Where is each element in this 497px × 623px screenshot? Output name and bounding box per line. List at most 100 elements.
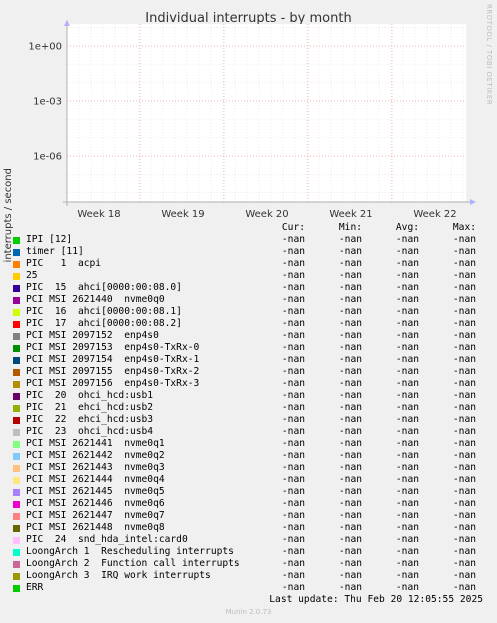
legend-max-value: -nan [452, 378, 476, 389]
legend-swatch [13, 380, 20, 388]
legend-swatch [13, 500, 20, 508]
legend-row: PCI MSI 2621442 nvme0q2 -nan -nan -nan -nan [0, 450, 497, 462]
legend-avg-value: -nan [395, 366, 419, 377]
legend-cur-value: -nan [281, 246, 305, 257]
legend-max-value: -nan [452, 246, 476, 257]
legend-swatch [13, 572, 20, 580]
legend-series-name: LoongArch 3 IRQ work interrupts [26, 570, 211, 581]
legend-row: PIC 17 ahci[0000:00:08.2] -nan -nan -nan -na… [0, 318, 497, 330]
legend-max-value: -nan [452, 510, 476, 521]
legend-header: Cur: Min: Avg: Max: [0, 222, 497, 234]
legend-series-name: 25 [26, 270, 38, 281]
legend-avg-value: -nan [395, 498, 419, 509]
legend-avg-value: -nan [395, 318, 419, 329]
col-avg-header: Avg: [395, 222, 419, 233]
legend-min-value: -nan [338, 582, 362, 593]
legend-swatch [13, 428, 20, 436]
legend-min-value: -nan [338, 558, 362, 569]
legend-series-name: PCI MSI 2097152 enp4s0 [26, 330, 159, 341]
legend-swatch [13, 260, 20, 268]
legend-swatch [13, 584, 20, 592]
legend-max-value: -nan [452, 534, 476, 545]
legend-avg-value: -nan [395, 354, 419, 365]
legend-avg-value: -nan [395, 450, 419, 461]
legend-max-value: -nan [452, 282, 476, 293]
legend-max-value: -nan [452, 414, 476, 425]
legend-swatch [13, 392, 20, 400]
legend-max-value: -nan [452, 330, 476, 341]
legend-cur-value: -nan [281, 378, 305, 389]
legend-max-value: -nan [452, 474, 476, 485]
legend-max-value: -nan [452, 342, 476, 353]
legend-avg-value: -nan [395, 306, 419, 317]
legend-series-name: PIC 17 ahci[0000:00:08.2] [26, 318, 182, 329]
legend-swatch [13, 308, 20, 316]
legend-series-name: PIC 22 ehci_hcd:usb3 [26, 414, 154, 425]
legend-max-value: -nan [452, 390, 476, 401]
legend-row: PCI MSI 2621441 nvme0q1 -nan -nan -nan -nan [0, 438, 497, 450]
legend-max-value: -nan [452, 294, 476, 305]
x-tick-label: Week 19 [161, 209, 204, 220]
y-tick-label: 1e-03 [33, 97, 62, 108]
legend-avg-value: -nan [395, 558, 419, 569]
legend-cur-value: -nan [281, 390, 305, 401]
legend-cur-value: -nan [281, 258, 305, 269]
y-tick-label: 1e-06 [33, 152, 62, 163]
legend-cur-value: -nan [281, 522, 305, 533]
legend-swatch [13, 248, 20, 256]
legend-series-name: PIC 1 acpi [26, 258, 102, 269]
legend-min-value: -nan [338, 462, 362, 473]
legend-max-value: -nan [452, 270, 476, 281]
legend-cur-value: -nan [281, 270, 305, 281]
legend-row: PIC 1 acpi -nan -nan -nan -nan [0, 258, 497, 270]
legend-series-name: PCI MSI 2097155 enp4s0-TxRx-2 [26, 366, 200, 377]
legend-series-name: PCI MSI 2097153 enp4s0-TxRx-0 [26, 342, 200, 353]
legend-max-value: -nan [452, 426, 476, 437]
legend-series-name: PCI MSI 2097156 enp4s0-TxRx-3 [26, 378, 200, 389]
legend-avg-value: -nan [395, 546, 419, 557]
legend-avg-value: -nan [395, 510, 419, 521]
plot-area [67, 24, 466, 202]
legend-min-value: -nan [338, 474, 362, 485]
legend-swatch [13, 548, 20, 556]
legend-row: PCI MSI 2621440 nvme0q0 -nan -nan -nan -nan [0, 294, 497, 306]
legend-series-name: PIC 20 ohci_hcd:usb1 [26, 390, 154, 401]
legend-min-value: -nan [338, 270, 362, 281]
legend-min-value: -nan [338, 234, 362, 245]
legend-row: PCI MSI 2621446 nvme0q6 -nan -nan -nan -nan [0, 498, 497, 510]
legend-swatch [13, 368, 20, 376]
munin-version: Munin 2.0.73 [225, 608, 272, 616]
legend-swatch [13, 284, 20, 292]
legend-row: PCI MSI 2097152 enp4s0 -nan -nan -nan -nan [0, 330, 497, 342]
legend-series-name: PCI MSI 2621440 nvme0q0 [26, 294, 165, 305]
legend-max-value: -nan [452, 318, 476, 329]
legend-cur-value: -nan [281, 318, 305, 329]
legend-row: PCI MSI 2097154 enp4s0-TxRx-1 -nan -nan -na… [0, 354, 497, 366]
legend-min-value: -nan [338, 282, 362, 293]
legend-series-name: PCI MSI 2621448 nvme0q8 [26, 522, 165, 533]
legend-min-value: -nan [338, 522, 362, 533]
legend-avg-value: -nan [395, 258, 419, 269]
legend-row: PIC 15 ahci[0000:00:08.0] -nan -nan -nan -na… [0, 282, 497, 294]
legend-series-name: IPI [12] [26, 234, 73, 245]
legend-avg-value: -nan [395, 246, 419, 257]
legend-cur-value: -nan [281, 366, 305, 377]
legend-row: LoongArch 2 Function call interrupts -nan… [0, 558, 497, 570]
legend-swatch [13, 560, 20, 568]
legend-row: PIC 24 snd_hda_intel:card0 -nan -nan -nan -n… [0, 534, 497, 546]
legend-series-name: PCI MSI 2097154 enp4s0-TxRx-1 [26, 354, 200, 365]
legend-min-value: -nan [338, 402, 362, 413]
legend-cur-value: -nan [281, 450, 305, 461]
legend-series-name: PIC 21 ehci_hcd:usb2 [26, 402, 154, 413]
legend-cur-value: -nan [281, 534, 305, 545]
legend-series-name: ERR [26, 582, 44, 593]
legend-cur-value: -nan [281, 546, 305, 557]
legend-row: PIC 22 ehci_hcd:usb3 -nan -nan -nan -nan [0, 414, 497, 426]
legend-cur-value: -nan [281, 438, 305, 449]
legend-max-value: -nan [452, 546, 476, 557]
legend-swatch [13, 416, 20, 424]
col-min-header: Min: [338, 222, 362, 233]
legend-avg-value: -nan [395, 378, 419, 389]
legend-avg-value: -nan [395, 234, 419, 245]
legend-row: PCI MSI 2097155 enp4s0-TxRx-2 -nan -nan -na… [0, 366, 497, 378]
